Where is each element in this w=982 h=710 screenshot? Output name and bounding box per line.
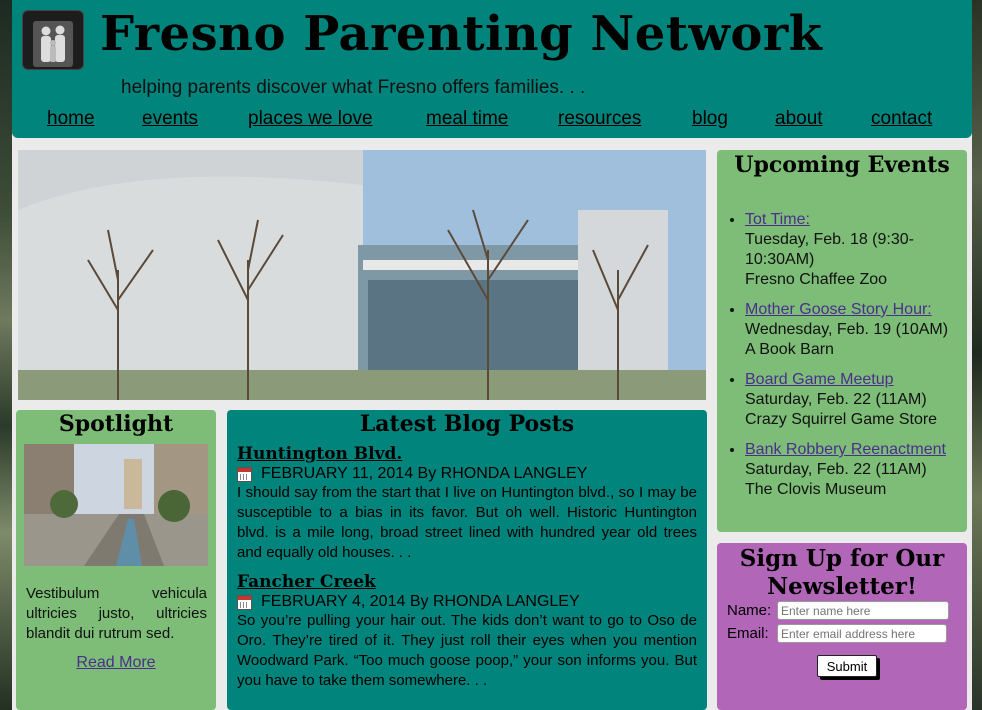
event-location: Crazy Squirrel Game Store xyxy=(745,411,938,428)
post-date-author: FEBRUARY 11, 2014 By RHONDA LANGLEY xyxy=(261,465,588,482)
site-tagline: helping parents discover what Fresno off… xyxy=(121,77,586,98)
hero-image xyxy=(18,150,706,400)
event-item: Board Game Meetup Saturday, Feb. 22 (11A… xyxy=(745,370,967,430)
event-date: Saturday, Feb. 22 (11AM) xyxy=(745,391,927,408)
spotlight-panel: Spotlight Vestibulum vehicula ultricies … xyxy=(16,410,216,710)
blog-heading: Latest Blog Posts xyxy=(359,411,575,437)
email-row: Email: xyxy=(727,624,947,643)
events-heading: Upcoming Events xyxy=(734,152,950,178)
event-date: Wednesday, Feb. 19 (10AM) xyxy=(745,321,949,338)
page: Fresno Parenting Network helping parents… xyxy=(12,0,972,710)
calendar-icon xyxy=(237,466,252,482)
name-row: Name: xyxy=(727,601,949,620)
post-title-link[interactable]: Fancher Creek xyxy=(237,572,697,592)
post-excerpt: So you’re pulling your hair out. The kid… xyxy=(237,612,697,689)
event-link[interactable]: Tot Time: xyxy=(745,211,810,228)
family-logo-icon[interactable] xyxy=(22,10,84,70)
event-link[interactable]: Bank Robbery Reenactment xyxy=(745,441,946,458)
event-item: Bank Robbery Reenactment Saturday, Feb. … xyxy=(745,440,967,500)
nav-blog[interactable]: blog xyxy=(692,108,728,130)
nav-places-we-love[interactable]: places we love xyxy=(248,108,373,130)
nav-about[interactable]: about xyxy=(775,108,823,130)
name-input[interactable] xyxy=(777,601,949,620)
nav-events[interactable]: events xyxy=(142,108,198,130)
email-label: Email: xyxy=(727,625,769,642)
newsletter-heading: Sign Up for Our Newsletter! xyxy=(739,545,945,600)
newsletter-panel: Sign Up for Our Newsletter! Name: Email:… xyxy=(717,543,967,710)
spotlight-heading: Spotlight xyxy=(58,411,174,437)
nav-contact[interactable]: contact xyxy=(871,108,932,130)
post-meta: FEBRUARY 4, 2014 By RHONDA LANGLEY xyxy=(237,593,697,611)
nav-home[interactable]: home xyxy=(47,108,95,130)
read-more-link[interactable]: Read More xyxy=(16,654,216,672)
post-meta: FEBRUARY 11, 2014 By RHONDA LANGLEY xyxy=(237,465,697,483)
site-title[interactable]: Fresno Parenting Network xyxy=(100,6,822,62)
event-location: A Book Barn xyxy=(745,341,834,358)
event-date: Saturday, Feb. 22 (11AM) xyxy=(745,461,927,478)
post-excerpt: I should say from the start that I live … xyxy=(237,484,697,561)
nav-meal-time[interactable]: meal time xyxy=(426,108,508,130)
post-date-author: FEBRUARY 4, 2014 By RHONDA LANGLEY xyxy=(261,593,580,610)
event-location: Fresno Chaffee Zoo xyxy=(745,271,888,288)
spotlight-text: Vestibulum vehicula ultricies justo, ult… xyxy=(26,585,207,642)
spotlight-image[interactable] xyxy=(24,444,208,566)
calendar-icon xyxy=(237,594,252,610)
post-title-link[interactable]: Huntington Blvd. xyxy=(237,444,697,464)
email-input[interactable] xyxy=(777,624,947,643)
event-link[interactable]: Mother Goose Story Hour: xyxy=(745,301,932,318)
upcoming-events-panel: Upcoming Events Tot Time: Tuesday, Feb. … xyxy=(717,150,967,532)
event-item: Mother Goose Story Hour: Wednesday, Feb.… xyxy=(745,300,967,360)
main-nav: home events places we love meal time res… xyxy=(12,108,972,134)
event-item: Tot Time: Tuesday, Feb. 18 (9:30-10:30AM… xyxy=(745,210,967,290)
event-date: Tuesday, Feb. 18 (9:30-10:30AM) xyxy=(745,231,914,268)
latest-blog-posts-panel: Latest Blog Posts Huntington Blvd. FEBRU… xyxy=(227,410,707,710)
events-list: Tot Time: Tuesday, Feb. 18 (9:30-10:30AM… xyxy=(717,210,967,510)
submit-button[interactable]: Submit xyxy=(817,655,877,677)
nav-resources[interactable]: resources xyxy=(558,108,641,130)
event-location: The Clovis Museum xyxy=(745,481,887,498)
blog-post: Fancher Creek FEBRUARY 4, 2014 By RHONDA… xyxy=(237,572,697,691)
site-header: Fresno Parenting Network helping parents… xyxy=(12,0,972,138)
name-label: Name: xyxy=(727,602,772,619)
event-link[interactable]: Board Game Meetup xyxy=(745,371,894,388)
blog-post: Huntington Blvd. FEBRUARY 11, 2014 By RH… xyxy=(237,444,697,563)
